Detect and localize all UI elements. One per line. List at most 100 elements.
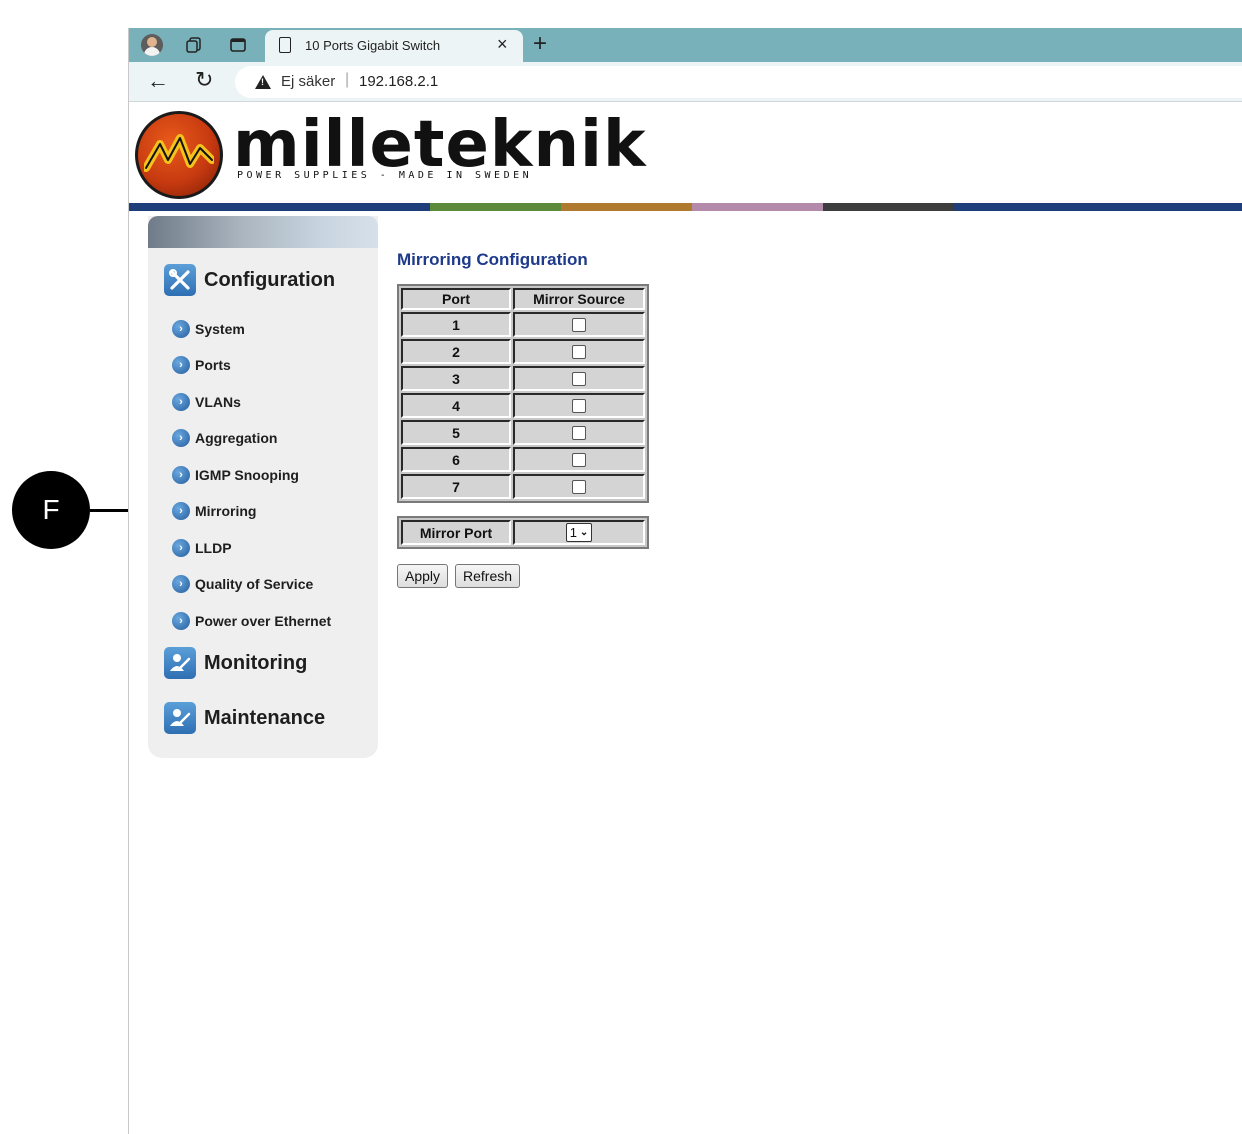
sidebar-item-aggregation[interactable]: › Aggregation — [172, 427, 277, 449]
mirror-source-cell — [513, 339, 645, 364]
stripe-segment — [561, 203, 692, 211]
section-label: Monitoring — [204, 651, 308, 674]
table-header-row: Port Mirror Source — [400, 287, 646, 311]
back-arrow-icon[interactable]: ← — [147, 68, 169, 94]
address-bar: ← ↻ Ej säker | 192.168.2.1 — [129, 62, 1242, 102]
mirror-source-cell — [513, 474, 645, 499]
sidebar-item-label: Power over Ethernet — [195, 613, 332, 629]
callout-badge: F — [12, 471, 90, 549]
sidebar-item-label: Aggregation — [195, 430, 278, 446]
tab-active[interactable]: 10 Ports Gigabit Switch × — [265, 30, 523, 62]
page-content: milleteknik POWER SUPPLIES - MADE IN SWE… — [129, 103, 1242, 1134]
mirror-source-cell — [513, 366, 645, 391]
stripe-segment — [1104, 203, 1242, 211]
column-header-port: Port — [401, 288, 511, 310]
sidebar-item-label: Ports — [195, 357, 231, 373]
chevron-down-icon: ⌄ — [579, 527, 589, 538]
profile-avatar-icon[interactable] — [141, 34, 163, 56]
table-row: 5 — [400, 419, 646, 446]
chevron-right-icon: › — [172, 575, 190, 593]
mirror-port-value: 1 — [569, 525, 577, 540]
mirror-source-cell — [513, 447, 645, 472]
mirror-source-cell — [513, 420, 645, 445]
table-row: 7 — [400, 473, 646, 500]
table-row: 4 — [400, 392, 646, 419]
sidebar-section-monitoring[interactable]: Monitoring — [164, 646, 307, 680]
sidebar-item-vlans[interactable]: › VLANs — [172, 391, 241, 413]
table-row: 2 — [400, 338, 646, 365]
mirror-port-cell: 1 ⌄ — [513, 520, 645, 545]
workspaces-icon[interactable] — [183, 34, 205, 56]
chevron-right-icon: › — [172, 356, 190, 374]
port-number: 4 — [401, 393, 511, 418]
port-number: 1 — [401, 312, 511, 337]
tab-close-icon[interactable]: × — [497, 34, 508, 55]
section-label: Configuration — [204, 268, 336, 291]
warning-icon[interactable] — [255, 75, 271, 89]
mirror-port-select[interactable]: 1 ⌄ — [565, 523, 593, 542]
url-field[interactable]: Ej säker | 192.168.2.1 — [235, 66, 1242, 98]
sidebar-item-mirroring[interactable]: › Mirroring — [172, 500, 256, 522]
table-row: 1 — [400, 311, 646, 338]
sidebar-item-label: IGMP Snooping — [195, 467, 299, 483]
monitoring-icon — [164, 647, 196, 679]
stripe-segment — [692, 203, 823, 211]
mirror-source-checkbox[interactable] — [572, 452, 586, 467]
sidebar-item-label: LLDP — [195, 540, 232, 556]
color-stripe — [129, 203, 1242, 211]
mirror-port-table: Mirror Port 1 ⌄ — [397, 516, 649, 549]
mirror-source-cell — [513, 312, 645, 337]
sidebar-item-quality-of-service[interactable]: › Quality of Service — [172, 573, 313, 595]
stripe-segment — [430, 203, 561, 211]
table-row: 6 — [400, 446, 646, 473]
mirror-source-checkbox[interactable] — [572, 398, 586, 413]
mirror-port-label: Mirror Port — [401, 520, 511, 545]
section-label: Maintenance — [204, 706, 326, 729]
sidebar-section-maintenance[interactable]: Maintenance — [164, 701, 325, 735]
sidebar: Configuration › System › Ports › VLANs › Agg… — [148, 216, 378, 758]
url-text[interactable]: 192.168.2.1 — [359, 73, 438, 90]
sidebar-item-igmp-snooping[interactable]: › IGMP Snooping — [172, 464, 299, 486]
chevron-right-icon: › — [172, 612, 190, 630]
browser-window: 10 Ports Gigabit Switch × + ← ↻ Ej säker… — [128, 28, 1242, 1134]
reload-icon[interactable]: ↻ — [195, 67, 213, 93]
apply-button[interactable]: Apply — [397, 564, 449, 588]
stripe-segment — [279, 203, 430, 211]
port-number: 7 — [401, 474, 511, 499]
sidebar-item-ports[interactable]: › Ports — [172, 354, 231, 376]
chevron-right-icon: › — [172, 466, 190, 484]
sidebar-header-gradient — [148, 216, 378, 248]
page-title: Mirroring Configuration — [397, 250, 588, 269]
port-number: 2 — [401, 339, 511, 364]
sidebar-item-power-over-ethernet[interactable]: › Power over Ethernet — [172, 610, 331, 632]
stripe-segment — [954, 203, 1104, 211]
sidebar-item-label: VLANs — [195, 394, 241, 410]
security-status[interactable]: Ej säker — [281, 73, 335, 90]
column-header-mirror-source: Mirror Source — [513, 288, 645, 310]
screen: F 10 Ports Gigabit Switch × + ← ↻ ! Ej s… — [0, 0, 1242, 1134]
new-tab-icon[interactable]: + — [533, 30, 547, 58]
chevron-right-icon: › — [172, 393, 190, 411]
tab-title: 10 Ports Gigabit Switch — [305, 38, 441, 53]
sidebar-section-configuration[interactable]: Configuration — [164, 263, 335, 297]
mirror-source-checkbox[interactable] — [572, 371, 586, 386]
mirror-source-table: Port Mirror Source 1 2 3 4 5 6 7 — [397, 284, 649, 503]
maintenance-icon — [164, 702, 196, 734]
tab-bar: 10 Ports Gigabit Switch × + — [129, 28, 1242, 62]
mirror-source-cell — [513, 393, 645, 418]
stripe-segment — [129, 203, 279, 211]
sidebar-item-system[interactable]: › System — [172, 318, 245, 340]
callout-label: F — [42, 494, 60, 525]
tools-icon — [164, 264, 196, 296]
sidebar-item-label: Mirroring — [195, 503, 257, 519]
tab-actions-icon[interactable] — [227, 34, 249, 56]
refresh-button[interactable]: Refresh — [455, 564, 521, 588]
mirror-source-checkbox[interactable] — [572, 344, 586, 359]
mirror-source-checkbox[interactable] — [572, 479, 586, 494]
mirror-source-checkbox[interactable] — [572, 425, 586, 440]
sidebar-item-lldp[interactable]: › LLDP — [172, 537, 232, 559]
port-number: 6 — [401, 447, 511, 472]
mirror-source-checkbox[interactable] — [572, 317, 586, 332]
chevron-right-icon: › — [172, 539, 190, 557]
port-number: 3 — [401, 366, 511, 391]
